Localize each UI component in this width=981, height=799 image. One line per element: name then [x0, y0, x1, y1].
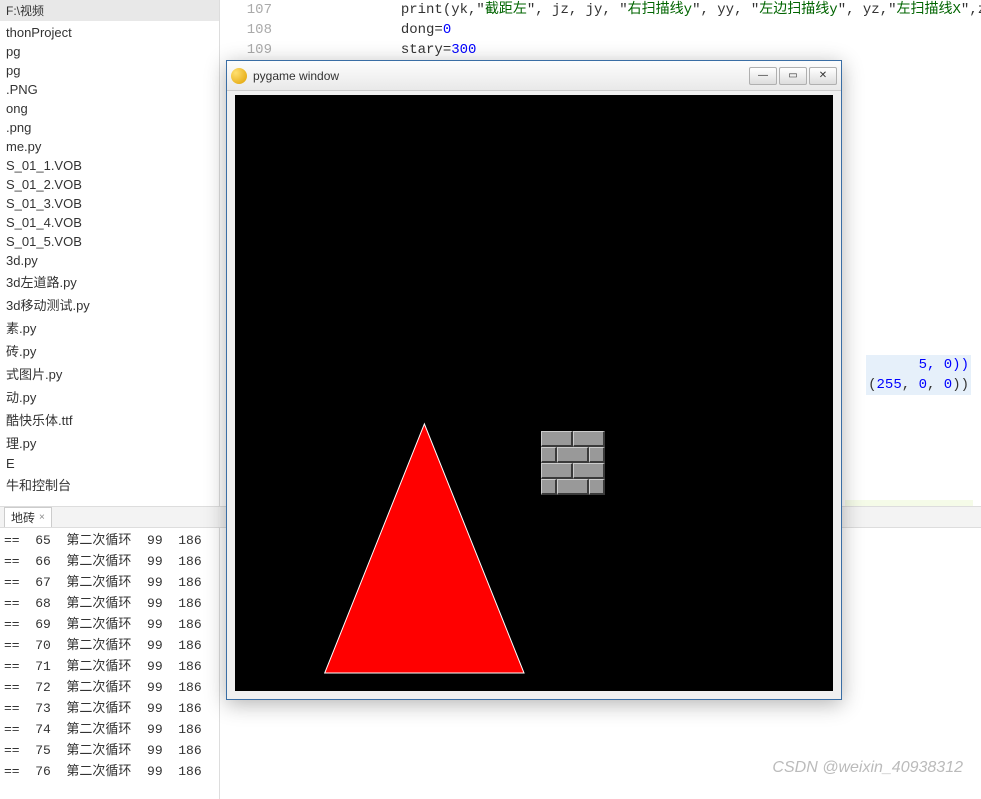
code-line[interactable]: stary=300 — [300, 40, 981, 60]
line-number: 107 — [220, 0, 272, 20]
line-number: 109 — [220, 40, 272, 60]
tree-item[interactable]: 砖.py — [0, 339, 219, 362]
tree-item[interactable]: pg — [0, 42, 219, 61]
console-row: == 75 第二次循环 99 186 — [4, 740, 977, 761]
tree-item[interactable]: me.py — [0, 137, 219, 156]
tree-item[interactable]: .PNG — [0, 80, 219, 99]
close-icon[interactable]: × — [39, 512, 45, 523]
tree-item[interactable]: S_01_3.VOB — [0, 194, 219, 213]
code-line[interactable]: dong=0 — [300, 20, 981, 40]
tree-item[interactable]: .png — [0, 118, 219, 137]
titlebar[interactable]: pygame window — ▭ ✕ — [227, 61, 841, 91]
red-triangle — [325, 424, 524, 673]
tree-item[interactable]: S_01_4.VOB — [0, 213, 219, 232]
tree-item[interactable]: E — [0, 454, 219, 473]
far-right-num: 5, 0)) — [919, 357, 969, 373]
tree-item[interactable]: ong — [0, 99, 219, 118]
tree-item[interactable]: pg — [0, 61, 219, 80]
code-line[interactable]: print(yk,"截距左", jz, jy, "右扫描线y", yy, "左边… — [300, 0, 981, 20]
tree-item[interactable]: S_01_2.VOB — [0, 175, 219, 194]
console-row: == 74 第二次循环 99 186 — [4, 719, 977, 740]
window-title: pygame window — [253, 69, 743, 83]
brick-wall — [541, 431, 605, 495]
game-scene — [235, 95, 833, 691]
close-button[interactable]: ✕ — [809, 67, 837, 85]
watermark: CSDN @weixin_40938312 — [772, 759, 963, 777]
project-tree-list: thonProjectpgpg.PNGong.pngme.pyS_01_1.VO… — [0, 21, 219, 498]
tree-item[interactable]: 酷快乐体.ttf — [0, 408, 219, 431]
tree-item[interactable]: 理.py — [0, 431, 219, 454]
tree-item[interactable]: 3d移动测试.py — [0, 293, 219, 316]
line-number: 108 — [220, 20, 272, 40]
tree-item[interactable]: S_01_5.VOB — [0, 232, 219, 251]
tree-item[interactable]: thonProject — [0, 23, 219, 42]
tree-item[interactable]: 素.py — [0, 316, 219, 339]
run-tab[interactable]: 地砖 × — [4, 507, 52, 527]
tree-item[interactable]: 式图片.py — [0, 362, 219, 385]
pygame-canvas — [235, 95, 833, 691]
code-lines[interactable]: print(yk,"截距左", jz, jy, "右扫描线y", yy, "左边… — [300, 0, 981, 60]
console-row: == 73 第二次循环 99 186 — [4, 698, 977, 719]
maximize-button[interactable]: ▭ — [779, 67, 807, 85]
tree-item[interactable]: 牛和控制台 — [0, 473, 219, 496]
pygame-icon — [231, 68, 247, 84]
tree-item[interactable]: 3d.py — [0, 251, 219, 270]
far-right-code: 5, 0)) (255, 0, 0)) — [866, 355, 981, 395]
tree-item[interactable]: 动.py — [0, 385, 219, 408]
pygame-window[interactable]: pygame window — ▭ ✕ — [226, 60, 842, 700]
minimize-button[interactable]: — — [749, 67, 777, 85]
tree-item[interactable]: 3d左道路.py — [0, 270, 219, 293]
code-gutter: 107108109 — [220, 0, 280, 60]
tree-item[interactable]: S_01_1.VOB — [0, 156, 219, 175]
project-tree-header: F:\视频 — [0, 0, 219, 21]
run-tab-label: 地砖 — [11, 509, 35, 526]
